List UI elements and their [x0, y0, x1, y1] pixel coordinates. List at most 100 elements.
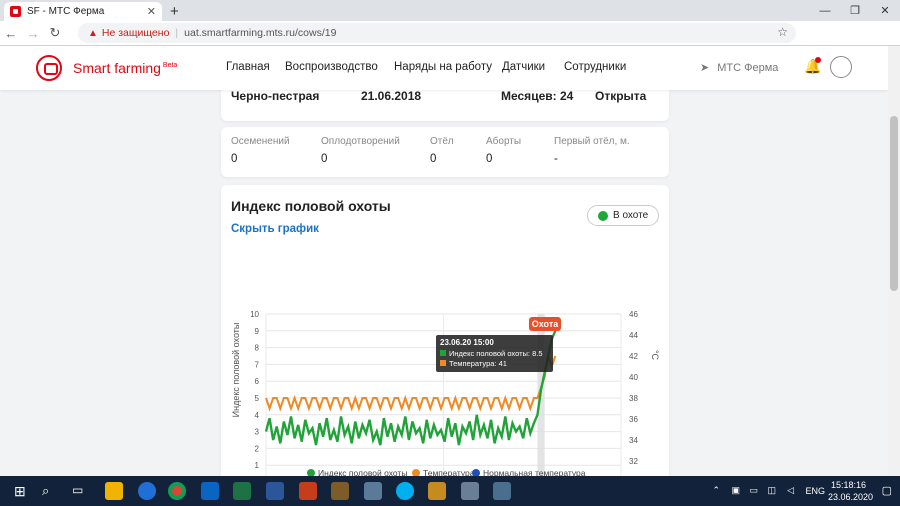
app-icon[interactable] — [461, 482, 479, 500]
y-tick-label: 6 — [255, 377, 260, 386]
stat-value: 0 — [321, 153, 328, 165]
y2-axis-label: °С — [650, 350, 660, 361]
forward-icon[interactable]: → — [22, 26, 44, 41]
word-icon[interactable] — [266, 482, 284, 500]
battery-icon[interactable]: ▭ — [749, 485, 758, 496]
language-indicator[interactable]: ENG — [805, 486, 825, 496]
browser-toolbar: ← → ↻ ▲ Не защищено | uat.smartfarming.m… — [0, 21, 900, 61]
heat-index-chart[interactable]: 012345678910 303234363840424446 июнь 22и… — [221, 185, 669, 476]
nav-item-sensors[interactable]: Датчики — [502, 61, 545, 73]
tray-icon[interactable]: ▣ — [731, 485, 740, 496]
close-window-icon[interactable]: ✕ — [870, 0, 900, 21]
search-icon[interactable]: ⌕ — [42, 483, 49, 499]
nav-item-home[interactable]: Главная — [226, 61, 270, 73]
brand-text: Smart farming — [73, 60, 161, 76]
scrollbar-thumb[interactable] — [890, 116, 898, 291]
y2-tick-label: 44 — [629, 331, 638, 340]
org-selector[interactable]: ➤ МТС Ферма — [700, 61, 778, 74]
cow-logo-icon[interactable] — [36, 55, 62, 81]
y-tick-label: 5 — [255, 394, 260, 403]
stat-value: 0 — [231, 153, 238, 165]
y-tick-label: 9 — [255, 327, 260, 336]
task-view-icon[interactable]: ▭ — [72, 483, 83, 497]
y-tick-label: 4 — [255, 411, 260, 420]
separator: | — [175, 27, 179, 39]
network-icon[interactable]: ◫ — [767, 485, 776, 496]
edge-icon[interactable] — [138, 482, 156, 500]
tooltip-title: 23.06.20 15:00 — [440, 338, 494, 347]
chart-tooltip: 23.06.20 15:00 Индекс половой охоты: 8.5… — [436, 335, 553, 372]
brand-name[interactable]: Smart farming Beta — [73, 60, 177, 76]
stat-value: 0 — [486, 153, 493, 165]
address-bar[interactable]: ▲ Не защищено | uat.smartfarming.mts.ru/… — [78, 23, 796, 43]
stats-card: Осеменений 0 Оплодотворений 0 Отёл 0 Або… — [221, 127, 669, 177]
y2-tick-label: 40 — [629, 373, 638, 382]
url-text[interactable]: uat.smartfarming.mts.ru/cows/19 — [184, 27, 336, 39]
stat-label: Отёл — [430, 136, 454, 147]
notification-dot — [815, 57, 821, 63]
y-tick-label: 8 — [255, 344, 260, 353]
y-tick-label: 7 — [255, 360, 260, 369]
heat-marker: Охота — [529, 317, 561, 331]
y-tick-label: 3 — [255, 428, 260, 437]
page-scrollbar[interactable] — [888, 46, 900, 476]
nav-item-reproduction[interactable]: Воспроизводство — [285, 61, 378, 73]
stat-value: 0 — [430, 153, 437, 165]
nav-item-work-orders[interactable]: Наряды на работу — [394, 61, 492, 73]
breed-value: Черно-пестрая — [231, 89, 320, 103]
warning-icon: ▲ — [88, 27, 98, 39]
age-value: Месяцев: 24 — [501, 89, 574, 103]
legend-label: Температура — [423, 468, 475, 476]
close-tab-icon[interactable]: ✕ — [147, 5, 156, 18]
app-icon[interactable] — [428, 482, 446, 500]
y2-tick-label: 46 — [629, 310, 638, 319]
clock-date[interactable]: 23.06.2020 — [828, 492, 873, 502]
security-label[interactable]: Не защищено — [102, 27, 170, 39]
tab-title: SF - МТС Ферма — [27, 6, 105, 17]
chrome-icon[interactable] — [168, 482, 186, 500]
back-icon[interactable]: ← — [0, 26, 22, 41]
window-controls: — ❐ ✕ — [810, 0, 900, 21]
legend-dot — [307, 469, 315, 476]
tooltip-line-index: Индекс половой охоты: 8.5 — [449, 349, 543, 358]
windows-start-icon[interactable]: ⊞ — [14, 483, 26, 500]
clock-time[interactable]: 15:18:16 — [831, 480, 866, 490]
chevron-up-icon[interactable]: ⌃ — [712, 485, 720, 496]
user-avatar-icon[interactable] — [830, 56, 852, 78]
legend-dot — [412, 469, 420, 476]
org-name: МТС Ферма — [717, 62, 779, 74]
y2-tick-label: 34 — [629, 436, 638, 445]
location-arrow-icon: ➤ — [700, 62, 710, 74]
outlook-icon[interactable] — [201, 482, 219, 500]
y2-tick-label: 36 — [629, 415, 638, 424]
y-tick-label: 2 — [255, 444, 260, 453]
powerpoint-icon[interactable] — [299, 482, 317, 500]
y2-tick-label: 38 — [629, 394, 638, 403]
heat-index-card: Индекс половой охоты Скрыть график В охо… — [221, 185, 669, 476]
restore-icon[interactable]: ❐ — [840, 0, 870, 21]
nav-item-employees[interactable]: Сотрудники — [564, 61, 626, 73]
tooltip-line-temp: Температура: 41 — [449, 359, 507, 368]
stat-label: Аборты — [486, 136, 522, 147]
browser-tab[interactable]: SF - МТС Ферма ✕ — [4, 2, 162, 21]
app-icon[interactable] — [493, 482, 511, 500]
heat-marker-label: Охота — [532, 319, 559, 329]
file-explorer-icon[interactable] — [105, 482, 123, 500]
winrar-icon[interactable] — [331, 482, 349, 500]
page-viewport: Черно-пестрая 21.06.2018 Месяцев: 24 Отк… — [0, 46, 888, 476]
browser-tab-strip: SF - МТС Ферма ✕ + — ❐ ✕ — [0, 0, 900, 21]
stat-value: - — [554, 153, 558, 165]
excel-icon[interactable] — [233, 482, 251, 500]
minimize-icon[interactable]: — — [810, 0, 840, 21]
stat-label: Первый отёл, м. — [554, 136, 630, 147]
app-icon[interactable] — [364, 482, 382, 500]
stat-label: Осеменений — [231, 136, 290, 147]
new-tab-button[interactable]: + — [170, 3, 179, 20]
skype-icon[interactable] — [396, 482, 414, 500]
volume-icon[interactable]: ◁ — [787, 485, 794, 496]
reload-icon[interactable]: ↻ — [44, 25, 66, 41]
bookmark-star-icon[interactable]: ☆ — [777, 25, 788, 39]
notifications-icon[interactable]: ▢ — [882, 484, 892, 497]
y-axis-label: Индекс половой охоты — [231, 323, 241, 418]
stat-label: Оплодотворений — [321, 136, 400, 147]
